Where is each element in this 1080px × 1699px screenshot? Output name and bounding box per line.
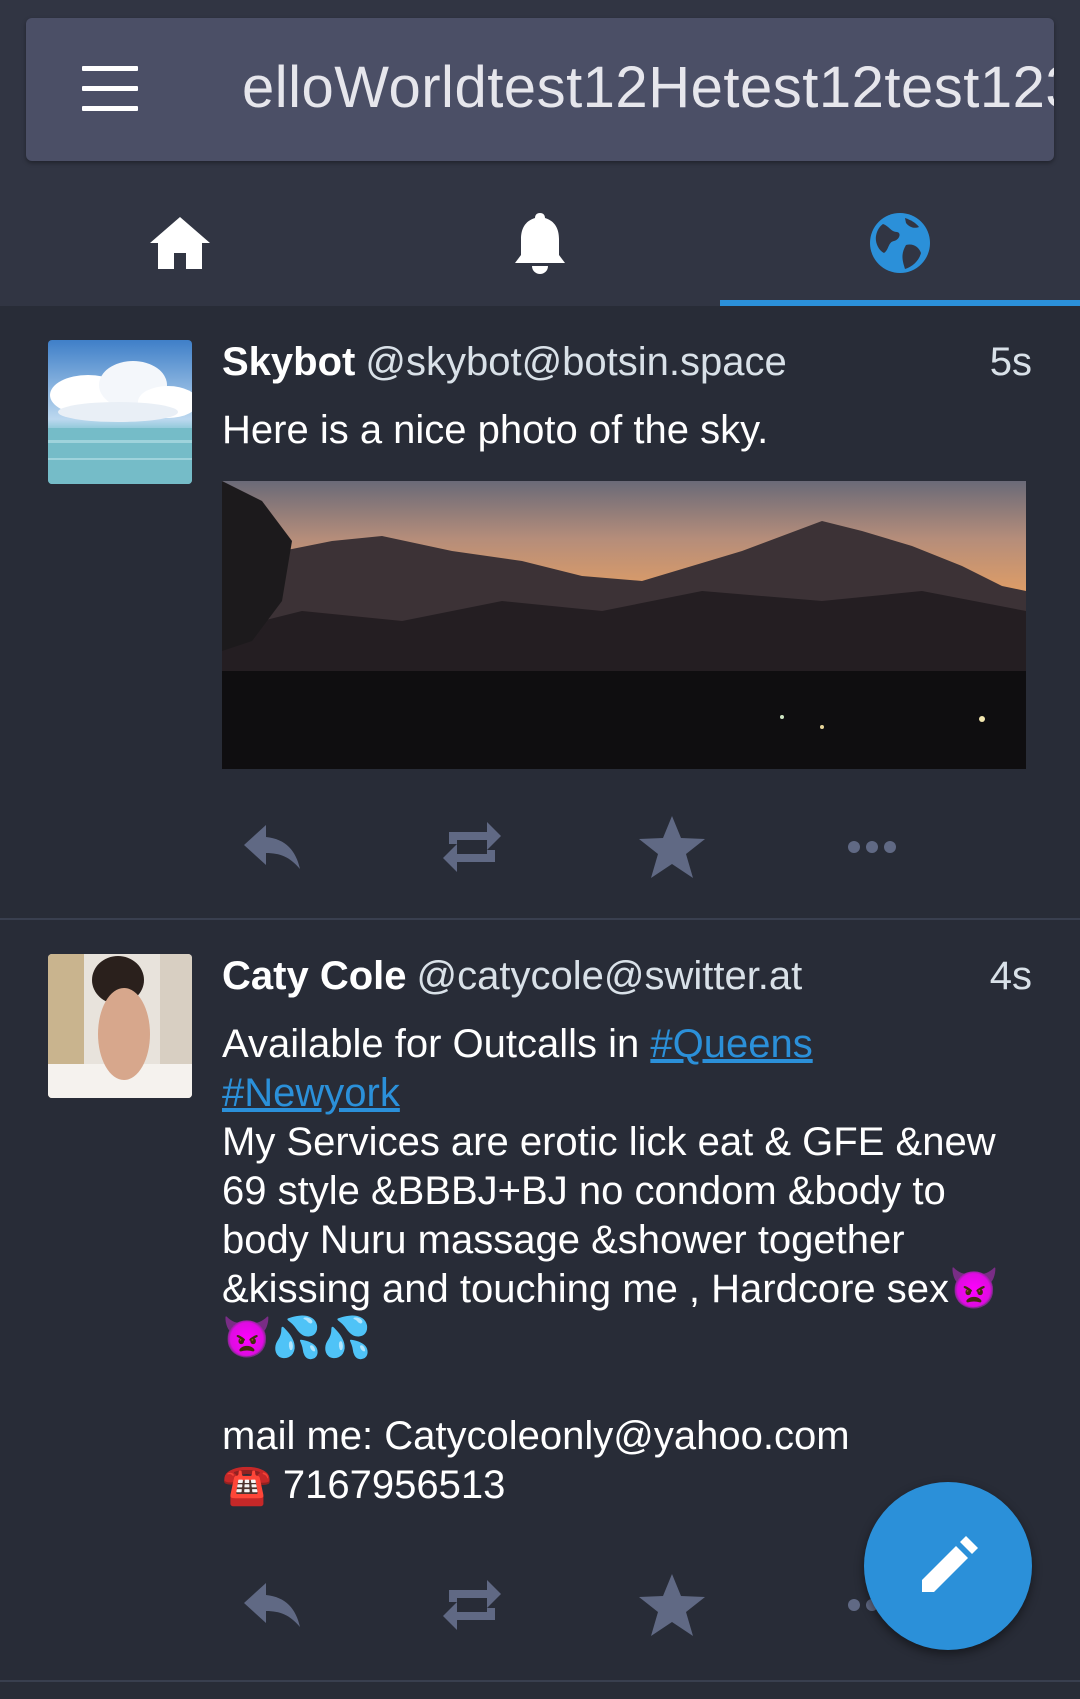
status-header: Skybot @skybot@botsin.space 5s <box>222 332 1032 392</box>
top-bar: elloWorldtest12Hetest12test1233t <box>0 0 1080 306</box>
favourite-button[interactable] <box>622 1560 722 1650</box>
status-item[interactable]: Skybot @skybot@botsin.space 5s Here is a … <box>0 306 1080 920</box>
reply-button[interactable] <box>222 802 322 892</box>
menu-icon[interactable] <box>82 64 138 114</box>
search-input[interactable]: elloWorldtest12Hetest12test1233t <box>242 48 1054 128</box>
tab-home[interactable] <box>0 180 360 306</box>
more-icon <box>848 841 896 853</box>
reply-icon <box>244 825 300 869</box>
emoji: 👿 <box>949 1267 999 1311</box>
account-handle[interactable]: @catycole@switter.at <box>417 954 803 998</box>
bell-icon <box>515 213 565 274</box>
boost-button[interactable] <box>422 802 522 892</box>
account-handle[interactable]: @skybot@botsin.space <box>365 340 786 384</box>
sky-avatar-image <box>48 340 192 484</box>
boost-button[interactable] <box>422 1560 522 1650</box>
display-name[interactable]: Skybot <box>222 340 355 384</box>
status-content: Available for Outcalls in #Queens #Newyor… <box>222 1020 1042 1510</box>
phone-text: ☎️ 7167956513 <box>222 1463 506 1507</box>
favourite-icon <box>639 816 705 878</box>
timestamp[interactable]: 4s <box>990 946 1032 1006</box>
search-bar[interactable]: elloWorldtest12Hetest12test1233t <box>26 18 1054 161</box>
favourite-button[interactable] <box>622 802 722 892</box>
tab-federated[interactable] <box>720 180 1080 306</box>
more-button[interactable] <box>822 802 922 892</box>
status-text: Available for Outcalls in <box>222 1022 651 1066</box>
mail-text: mail me: Catycoleonly@yahoo.com <box>222 1414 850 1458</box>
boost-icon <box>443 1580 501 1630</box>
favourite-icon <box>639 1574 705 1636</box>
display-name[interactable]: Caty Cole <box>222 954 407 998</box>
status-header: Caty Cole @catycole@switter.at 4s <box>222 946 1032 1006</box>
media-attachment[interactable] <box>222 481 1026 769</box>
status-text-intro: Available for Outcalls in #Queens #Newyor… <box>222 1020 1042 1118</box>
pencil-icon <box>922 1536 978 1592</box>
tab-notifications[interactable] <box>360 180 720 306</box>
status-text: Here is a nice photo of the sky. <box>222 408 769 452</box>
status-text-body: My Services are erotic lick eat & GFE &n… <box>222 1118 1042 1363</box>
status-text: My Services are erotic lick eat & GFE &n… <box>222 1120 996 1311</box>
user-avatar-image <box>48 954 192 1098</box>
tab-bar <box>0 180 1080 306</box>
emoji-line: 👿💦💦 <box>222 1316 372 1360</box>
status-content: Here is a nice photo of the sky. <box>222 406 1042 455</box>
globe-icon <box>870 213 930 273</box>
reply-button[interactable] <box>222 1560 322 1650</box>
hashtag-link[interactable]: #Queens <box>650 1022 812 1066</box>
sunset-photo <box>222 481 1026 769</box>
timestamp[interactable]: 5s <box>990 332 1032 392</box>
reply-icon <box>244 1583 300 1627</box>
status-actions <box>222 1560 922 1650</box>
compose-button[interactable] <box>864 1482 1032 1650</box>
home-icon <box>150 217 210 269</box>
avatar[interactable] <box>48 954 192 1098</box>
avatar[interactable] <box>48 340 192 484</box>
status-actions <box>222 802 922 892</box>
boost-icon <box>443 822 501 872</box>
hashtag-link[interactable]: #Newyork <box>222 1071 400 1115</box>
